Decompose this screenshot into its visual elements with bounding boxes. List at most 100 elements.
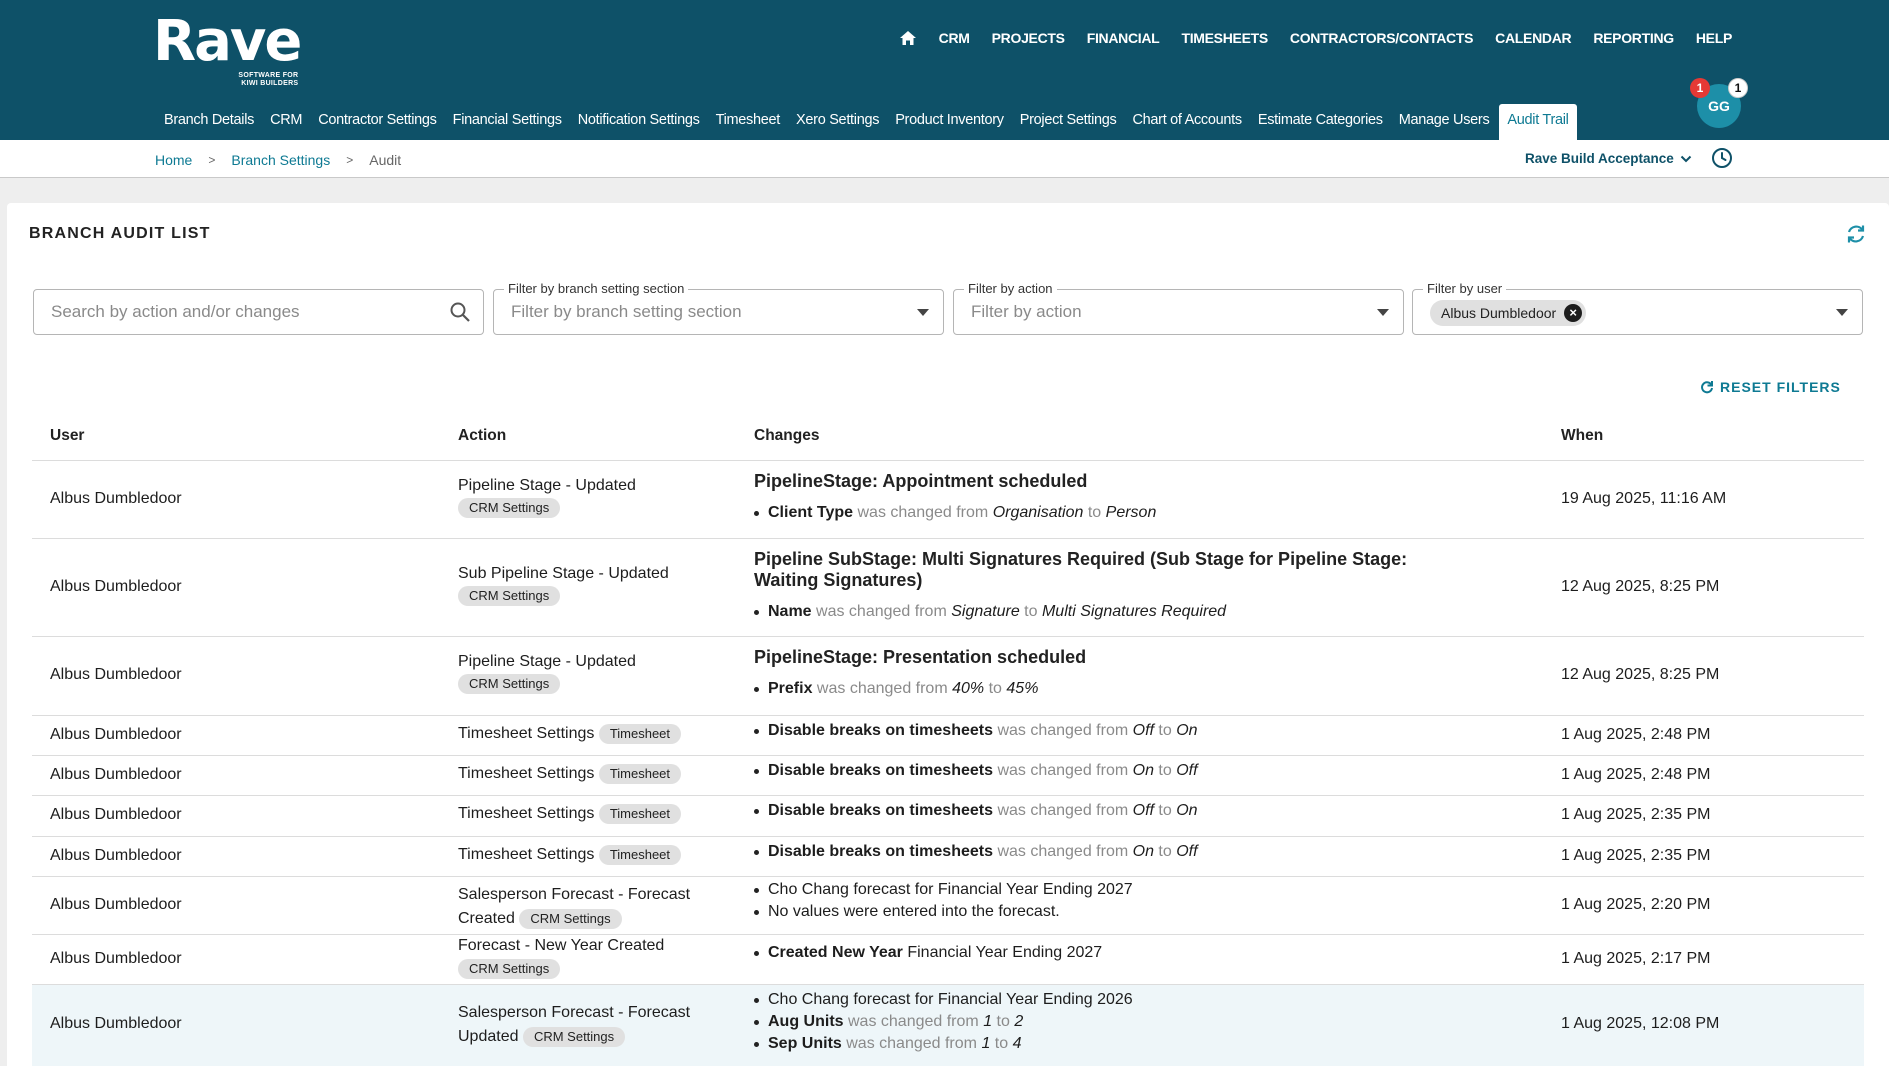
row-changes: Disable breaks on timesheets was changed… xyxy=(754,760,1444,782)
row-user: Albus Dumbledoor xyxy=(50,806,182,823)
table-row[interactable]: Albus Dumbledoor Timesheet Settings Time… xyxy=(32,837,1864,877)
section-tag: CRM Settings xyxy=(458,674,561,694)
breadcrumb-branch-settings[interactable]: Branch Settings xyxy=(231,152,330,168)
user-filter-select[interactable]: Filter by user Albus Dumbledoor × xyxy=(1412,281,1863,335)
breadcrumb-separator: > xyxy=(346,153,354,167)
column-header-changes[interactable]: Changes xyxy=(754,427,819,445)
rave-logo[interactable]: Rave SOFTWARE FOR KIWI BUILDERS xyxy=(153,10,302,88)
nav-financial[interactable]: FINANCIAL xyxy=(1087,30,1160,46)
subnav-financial-settings[interactable]: Financial Settings xyxy=(445,104,570,140)
subnav-estimate-categories[interactable]: Estimate Categories xyxy=(1250,104,1391,140)
subnav-timesheet[interactable]: Timesheet xyxy=(708,104,788,140)
change-title: PipelineStage: Presentation scheduled xyxy=(754,647,1087,667)
change-from: On xyxy=(1132,762,1154,779)
nav-projects[interactable]: PROJECTS xyxy=(992,30,1065,46)
change-mid: was changed from xyxy=(857,504,989,521)
nav-reporting[interactable]: REPORTING xyxy=(1593,30,1674,46)
column-header-when[interactable]: When xyxy=(1561,427,1603,445)
change-item: Aug Units was changed from 1 to 2 xyxy=(754,1011,1444,1033)
refresh-icon[interactable] xyxy=(1845,223,1867,245)
action-filter-select[interactable]: Filter by action Filter by action xyxy=(953,281,1404,335)
row-action-text: Timesheet Settings xyxy=(458,765,595,783)
row-user: Albus Dumbledoor xyxy=(50,1015,182,1032)
organisation-select[interactable]: Rave Build Acceptance xyxy=(1525,151,1692,166)
row-changes: PipelineStage: Presentation scheduled Pr… xyxy=(754,647,1444,700)
nav-calendar[interactable]: CALENDAR xyxy=(1495,30,1571,46)
home-icon[interactable] xyxy=(899,30,917,46)
subnav-audit-trail[interactable]: Audit Trail xyxy=(1499,104,1577,140)
nav-crm[interactable]: CRM xyxy=(939,30,970,46)
row-changes: Disable breaks on timesheets was changed… xyxy=(754,841,1444,863)
subnav-product-inventory[interactable]: Product Inventory xyxy=(887,104,1012,140)
audit-table: User Action Changes When Albus Dumbledoo… xyxy=(32,411,1864,1066)
chevron-down-icon[interactable] xyxy=(1836,309,1848,316)
table-row[interactable]: Albus Dumbledoor Forecast - New Year Cre… xyxy=(32,935,1864,985)
row-when: 12 Aug 2025, 8:25 PM xyxy=(1561,666,1720,683)
subnav-project-settings[interactable]: Project Settings xyxy=(1012,104,1125,140)
row-when: 1 Aug 2025, 2:20 PM xyxy=(1561,896,1711,913)
section-tag: CRM Settings xyxy=(458,959,561,979)
change-item: Client Type was changed from Organisatio… xyxy=(754,502,1444,524)
row-action: Timesheet Settings Timesheet xyxy=(458,724,682,744)
table-row[interactable]: Albus Dumbledoor Timesheet Settings Time… xyxy=(32,796,1864,837)
change-mid: was changed from xyxy=(997,802,1129,819)
subnav-contractor-settings[interactable]: Contractor Settings xyxy=(310,104,444,140)
row-user: Albus Dumbledoor xyxy=(50,950,182,967)
section-filter-select[interactable]: Filter by branch setting section Filter … xyxy=(493,281,944,335)
row-when: 1 Aug 2025, 2:48 PM xyxy=(1561,726,1711,743)
subnav-crm[interactable]: CRM xyxy=(262,104,310,140)
table-row[interactable]: Albus Dumbledoor Salesperson Forecast - … xyxy=(32,985,1864,1066)
table-row[interactable]: Albus Dumbledoor Pipeline Stage - Update… xyxy=(32,461,1864,539)
row-action-text: Sub Pipeline Stage - Updated xyxy=(458,565,669,582)
table-row[interactable]: Albus Dumbledoor Salesperson Forecast - … xyxy=(32,877,1864,935)
change-to-word: to xyxy=(988,680,1002,697)
notification-badge[interactable]: 1 xyxy=(1690,78,1710,98)
reset-filters-button[interactable]: RESET FILTERS xyxy=(1700,379,1841,395)
section-tag: Timesheet xyxy=(598,724,682,744)
subnav-notification-settings[interactable]: Notification Settings xyxy=(570,104,708,140)
table-row[interactable]: Albus Dumbledoor Timesheet Settings Time… xyxy=(32,716,1864,756)
change-to-word: to xyxy=(1158,843,1172,860)
breadcrumb-home[interactable]: Home xyxy=(155,152,192,168)
search-icon[interactable] xyxy=(449,301,471,323)
close-icon[interactable]: × xyxy=(1564,304,1583,322)
table-row[interactable]: Albus Dumbledoor Sub Pipeline Stage - Up… xyxy=(32,539,1864,637)
change-field: Sep Units xyxy=(768,1035,842,1052)
subnav-xero-settings[interactable]: Xero Settings xyxy=(788,104,887,140)
clock-icon[interactable] xyxy=(1711,147,1733,169)
change-to-word: to xyxy=(1087,504,1102,521)
message-badge[interactable]: 1 xyxy=(1728,78,1748,98)
change-from: 1 xyxy=(983,1013,993,1030)
row-action: Salesperson Forecast - Forecast Created … xyxy=(458,883,690,931)
change-item: Name was changed from Signature to Multi… xyxy=(754,601,1444,623)
table-row[interactable]: Albus Dumbledoor Timesheet Settings Time… xyxy=(32,756,1864,796)
nav-help[interactable]: HELP xyxy=(1696,30,1732,46)
change-item: Prefix was changed from 40% to 45% xyxy=(754,678,1444,700)
change-item: Cho Chang forecast for Financial Year En… xyxy=(754,879,1444,901)
row-when: 19 Aug 2025, 11:16 AM xyxy=(1561,490,1727,507)
change-item: Disable breaks on timesheets was changed… xyxy=(754,800,1444,822)
search-input[interactable]: Search by action and/or changes xyxy=(33,289,484,335)
column-header-action[interactable]: Action xyxy=(458,427,506,445)
table-row[interactable]: Albus Dumbledoor Pipeline Stage - Update… xyxy=(32,637,1864,716)
subnav-chart-of-accounts[interactable]: Chart of Accounts xyxy=(1124,104,1249,140)
nav-contractors-contacts[interactable]: CONTRACTORS/CONTACTS xyxy=(1290,30,1474,46)
row-action-text: Created xyxy=(458,910,515,927)
main-nav: CRM PROJECTS FINANCIAL TIMESHEETS CONTRA… xyxy=(899,30,1732,46)
change-title: Pipeline SubStage: Multi Signatures Requ… xyxy=(754,549,1408,590)
chevron-down-icon[interactable] xyxy=(917,309,929,316)
chevron-down-icon[interactable] xyxy=(1377,309,1389,316)
breadcrumb: Home > Branch Settings > Audit xyxy=(155,152,401,168)
section-tag: Timesheet xyxy=(598,845,682,865)
subnav-manage-users[interactable]: Manage Users xyxy=(1391,104,1498,140)
change-to-word: to xyxy=(1024,603,1038,620)
action-filter-placeholder: Filter by action xyxy=(971,302,1082,321)
subnav-branch-details[interactable]: Branch Details xyxy=(156,104,262,140)
change-item: No values were entered into the forecast… xyxy=(754,901,1444,923)
row-action-text: Updated xyxy=(458,1028,519,1045)
row-action: Forecast - New Year Created CRM Settings xyxy=(458,937,664,979)
row-action: Timesheet Settings Timesheet xyxy=(458,845,682,865)
nav-timesheets[interactable]: TIMESHEETS xyxy=(1181,30,1268,46)
change-to: 2 xyxy=(1014,1013,1024,1030)
column-header-user[interactable]: User xyxy=(50,427,84,445)
